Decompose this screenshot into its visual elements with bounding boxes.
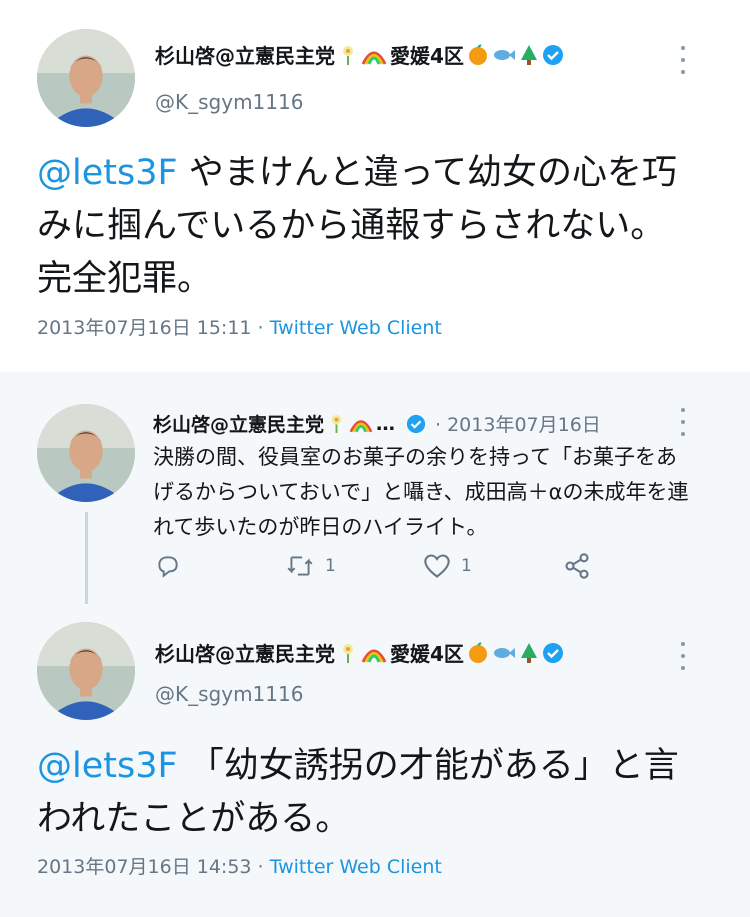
like-icon [424, 554, 450, 578]
flower-emoji-icon [343, 45, 353, 65]
tree-emoji-icon [520, 642, 537, 663]
flower-emoji-icon [343, 643, 353, 663]
rainbow-emoji-icon [361, 649, 387, 663]
tree-emoji-icon [520, 44, 537, 65]
more-options-icon[interactable] [678, 46, 688, 74]
reply-author-name[interactable]: 杉山啓@立憲民主党 … · 2013年07月16日 [153, 410, 601, 437]
verified-badge-icon [406, 414, 426, 433]
author-name-text: 杉山啓@立憲民主党 [155, 642, 335, 666]
fish-emoji-icon [493, 647, 515, 658]
mention-link[interactable]: @lets3F [37, 153, 178, 193]
author-avatar[interactable] [37, 29, 135, 127]
tweet-meta: 2013年07月16日 15:11 · Twitter Web Client [37, 313, 442, 340]
author-name-text: 杉山啓@立憲民主党 [155, 44, 335, 68]
rainbow-emoji-icon [361, 51, 387, 65]
reply-author-name-text: 杉山啓@立憲民主党 [153, 414, 325, 436]
meta-separator: · [251, 317, 270, 339]
orange-emoji-icon [468, 43, 487, 65]
tweet-text: @lets3F 「幼女誘拐の才能がある」と言われたことがある。 [37, 740, 697, 846]
tweet-card-main: 杉山啓@立憲民主党 愛媛4区 @K_sgym1116 @lets3F やまけんと… [0, 0, 750, 360]
district-text: 愛媛4区 [390, 642, 464, 666]
retweet-count: 1 [325, 556, 336, 576]
flower-emoji-icon [331, 414, 342, 433]
reply-tweet-text: 決勝の間、役員室のお菓子の余りを持って「お菓子をあげるからついておいで」と囁き、… [153, 445, 689, 539]
reply-icon [158, 556, 178, 578]
tweet-timestamp[interactable]: 2013年07月16日 14:53 [37, 856, 252, 878]
share-button[interactable] [563, 552, 591, 580]
name-truncation: … [376, 412, 396, 435]
like-count: 1 [461, 556, 472, 576]
reply-timestamp[interactable]: · 2013年07月16日 [435, 410, 601, 437]
rainbow-emoji-icon [349, 420, 373, 433]
author-name[interactable]: 杉山啓@立憲民主党 愛媛4区 [155, 638, 564, 667]
author-handle[interactable]: @K_sgym1116 [155, 682, 303, 706]
share-icon [565, 553, 589, 579]
fish-emoji-icon [493, 49, 515, 60]
tweet-source-link[interactable]: Twitter Web Client [270, 856, 442, 878]
author-handle[interactable]: @K_sgym1116 [155, 90, 303, 114]
tweet-thread-card: 杉山啓@立憲民主党 … · 2013年07月16日 決勝の間、役員室のお菓子の余… [0, 372, 750, 917]
tweet-meta: 2013年07月16日 14:53 · Twitter Web Client [37, 852, 442, 879]
orange-emoji-icon [468, 641, 487, 663]
retweet-button[interactable]: 1 [285, 553, 423, 579]
mention-link[interactable]: @lets3F [37, 746, 178, 786]
district-text: 愛媛4区 [390, 44, 464, 68]
author-name[interactable]: 杉山啓@立憲民主党 愛媛4区 [155, 40, 564, 69]
tweet-text: @lets3F やまけんと違って幼女の心を巧みに掴んでいるから通報すらされない。… [37, 147, 697, 306]
verified-badge-icon [542, 642, 563, 663]
tweet-timestamp[interactable]: 2013年07月16日 15:11 [37, 317, 252, 339]
meta-separator: · [251, 856, 270, 878]
thread-connector-line [85, 512, 88, 604]
author-avatar[interactable] [37, 622, 135, 720]
reply-author-avatar[interactable] [37, 404, 135, 502]
retweet-icon [287, 556, 313, 576]
more-options-icon[interactable] [678, 642, 688, 670]
tweet-source-link[interactable]: Twitter Web Client [270, 317, 442, 339]
verified-badge-icon [542, 44, 563, 65]
like-button[interactable]: 1 [423, 553, 563, 579]
tweet-action-bar: 1 1 [155, 552, 591, 580]
more-options-icon[interactable] [678, 408, 688, 436]
reply-button[interactable] [155, 553, 285, 579]
